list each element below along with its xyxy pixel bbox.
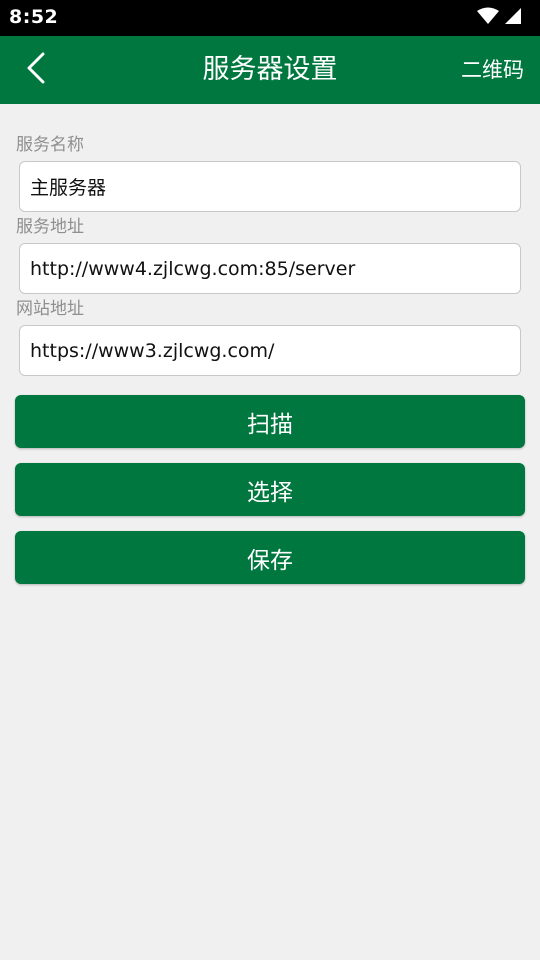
service-address-input[interactable] [19,243,521,294]
service-name-input[interactable] [19,161,521,212]
cellular-signal-icon [505,7,522,29]
website-address-input[interactable] [19,325,521,376]
service-name-label: 服务名称 [16,135,84,155]
qr-code-button[interactable]: 二维码 [461,56,524,84]
status-icons [477,7,522,29]
status-bar: 8:52 [0,0,540,36]
scan-button[interactable]: 扫描 [15,395,525,448]
wifi-icon [477,7,499,29]
page-title: 服务器设置 [202,54,338,85]
save-button[interactable]: 保存 [15,531,525,584]
service-address-label: 服务地址 [16,217,84,237]
select-button[interactable]: 选择 [15,463,525,516]
status-time: 8:52 [9,6,59,28]
app-bar: 服务器设置 二维码 [0,36,540,104]
website-address-label: 网站地址 [16,299,84,319]
